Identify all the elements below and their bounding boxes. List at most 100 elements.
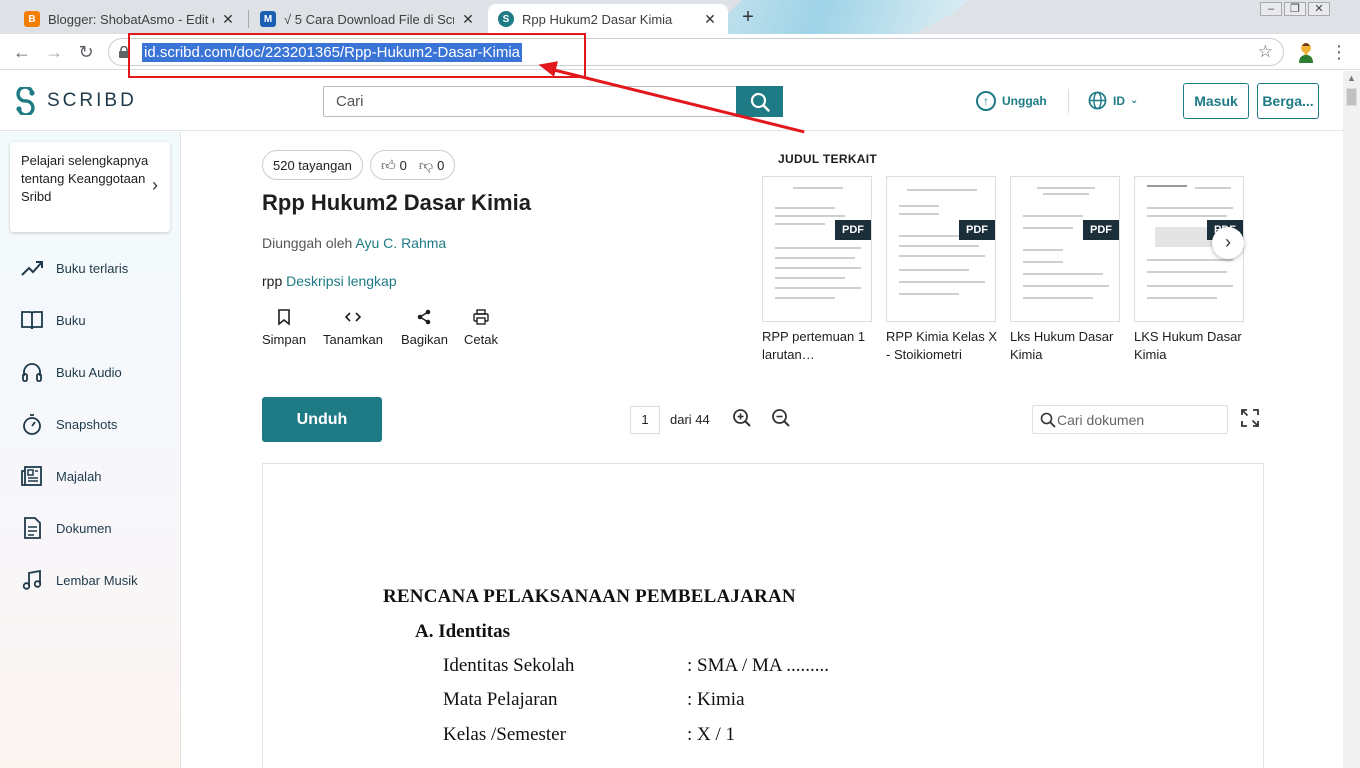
uploaded-by: Diunggah oleh Ayu C. Rahma xyxy=(262,235,446,251)
tab-title: √ 5 Cara Download File di Scribd xyxy=(284,11,454,27)
author-link[interactable]: Ayu C. Rahma xyxy=(355,235,446,251)
embed-label: Tanamkan xyxy=(323,332,383,347)
profile-avatar-icon[interactable] xyxy=(1296,41,1316,63)
download-button[interactable]: Unduh xyxy=(262,397,382,442)
pdf-badge: PDF xyxy=(1083,220,1119,240)
scribd-logo[interactable]: SCRIBD xyxy=(15,87,137,115)
scrollbar-thumb[interactable] xyxy=(1346,88,1357,106)
full-description-link[interactable]: Deskripsi lengkap xyxy=(286,273,397,289)
related-thumbnail[interactable]: PDF xyxy=(762,176,872,322)
site-search xyxy=(323,86,783,117)
likes-count: 0 xyxy=(399,157,407,173)
stopwatch-icon xyxy=(23,414,41,435)
thumbs-up-icon[interactable]: 👍︎ xyxy=(381,157,396,174)
window-controls: – ❐ ✕ xyxy=(1260,2,1330,16)
logo-text: SCRIBD xyxy=(47,90,137,111)
document-title: Rpp Hukum2 Dasar Kimia xyxy=(262,190,531,215)
rating-pill: 👍︎ 0 👎︎ 0 xyxy=(370,150,456,180)
save-label: Simpan xyxy=(262,332,307,347)
close-icon[interactable]: ✕ xyxy=(220,11,236,28)
tab-scribd-active[interactable]: S Rpp Hukum2 Dasar Kimia ✕ xyxy=(488,4,728,34)
page-number-input[interactable]: 1 xyxy=(630,406,660,434)
document-section: A. Identitas xyxy=(415,621,511,642)
new-tab-button[interactable]: + xyxy=(734,5,762,29)
window-close-icon[interactable]: ✕ xyxy=(1308,2,1330,16)
annotation-highlight-box xyxy=(128,33,586,78)
save-button[interactable]: Simpan xyxy=(262,308,306,347)
search-button[interactable] xyxy=(736,86,783,117)
restore-icon[interactable]: ❐ xyxy=(1284,2,1306,16)
book-icon xyxy=(21,311,43,330)
blogger-icon: B xyxy=(24,11,40,27)
bookmark-icon xyxy=(278,309,290,326)
pdf-badge: PDF xyxy=(959,220,995,240)
membership-promo-card[interactable]: Pelajari selengkapnya tentang Keanggotaa… xyxy=(10,142,170,232)
tab-title: Rpp Hukum2 Dasar Kimia xyxy=(522,11,673,27)
carousel-next-button[interactable]: › xyxy=(1212,227,1244,259)
headphones-icon xyxy=(22,363,42,382)
upload-button[interactable]: ↑ Unggah xyxy=(976,91,1047,111)
close-icon[interactable]: ✕ xyxy=(460,11,476,28)
login-button[interactable]: Masuk xyxy=(1183,83,1249,119)
sidebar-item-sheet-music[interactable]: Lembar Musik xyxy=(20,567,138,593)
bookmark-star-icon[interactable]: ☆ xyxy=(1258,42,1273,62)
back-arrow-icon[interactable]: ← xyxy=(10,40,34,64)
embed-button[interactable]: Tanamkan xyxy=(323,308,383,347)
sidebar-item-audiobooks[interactable]: Buku Audio xyxy=(20,359,122,385)
tab-blogger[interactable]: B Blogger: ShobatAsmo - Edit ent ✕ xyxy=(14,4,246,34)
scroll-up-icon[interactable]: ▲ xyxy=(1343,73,1360,85)
print-button[interactable]: Cetak xyxy=(464,308,498,347)
fullscreen-icon[interactable] xyxy=(1240,408,1260,428)
reload-icon[interactable]: ↻ xyxy=(74,40,98,64)
zoom-in-icon[interactable] xyxy=(732,408,752,428)
chevron-down-icon: ⌄ xyxy=(1130,95,1139,106)
language-label: ID xyxy=(1113,93,1125,108)
site-favicon-icon: M xyxy=(260,11,276,27)
share-button[interactable]: Bagikan xyxy=(401,308,448,347)
printer-icon xyxy=(473,309,489,325)
sidebar-item-bestsellers[interactable]: Buku terlaris xyxy=(20,255,128,281)
document-search xyxy=(1032,405,1228,434)
views-badge: 520 tayangan xyxy=(262,150,363,180)
page-scrollbar[interactable]: ▲ xyxy=(1343,71,1360,768)
category-text: rpp xyxy=(262,273,283,289)
tab-cara-download[interactable]: M √ 5 Cara Download File di Scribd ✕ xyxy=(250,4,486,34)
minimize-icon[interactable]: – xyxy=(1260,2,1282,16)
tab-separator xyxy=(248,10,249,28)
related-title[interactable]: Lks Hukum Dasar Kimia xyxy=(1010,328,1122,364)
document-icon xyxy=(24,517,41,539)
document-row-label: Mata Pelajaran xyxy=(443,689,558,710)
search-icon xyxy=(750,92,770,112)
sidebar-item-label: Buku xyxy=(56,312,86,328)
related-title[interactable]: RPP Kimia Kelas X - Stoikiometri xyxy=(886,328,998,364)
related-title[interactable]: RPP pertemuan 1 larutan… xyxy=(762,328,874,364)
join-button[interactable]: Berga... xyxy=(1257,83,1319,119)
description-line: rpp Deskripsi lengkap xyxy=(262,273,397,289)
related-title[interactable]: LKS Hukum Dasar Kimia xyxy=(1134,328,1246,364)
sidebar-item-snapshots[interactable]: Snapshots xyxy=(20,411,117,437)
browser-tab-bar: B Blogger: ShobatAsmo - Edit ent ✕ M √ 5… xyxy=(0,0,1360,34)
related-thumbnail[interactable]: PDF xyxy=(886,176,996,322)
pdf-badge: PDF xyxy=(835,220,871,240)
search-icon xyxy=(1040,412,1056,428)
browser-menu-icon[interactable]: ⋮ xyxy=(1330,42,1348,62)
sidebar-item-books[interactable]: Buku xyxy=(20,307,86,333)
related-thumbnail[interactable]: PDF xyxy=(1010,176,1120,322)
sidebar-item-documents[interactable]: Dokumen xyxy=(20,515,112,541)
close-icon[interactable]: ✕ xyxy=(702,11,718,28)
music-icon xyxy=(22,569,42,590)
tab-title: Blogger: ShobatAsmo - Edit ent xyxy=(48,11,214,27)
thumbs-down-icon[interactable]: 👎︎ xyxy=(419,157,433,174)
document-search-input[interactable] xyxy=(1057,406,1225,433)
document-heading: RENCANA PELAKSANAAN PEMBELAJARAN xyxy=(383,586,796,607)
document-row-value: : SMA / MA ......... xyxy=(687,655,830,676)
sidebar-item-label: Majalah xyxy=(56,468,102,484)
uploaded-by-label: Diunggah oleh xyxy=(262,235,353,251)
promo-text: Pelajari selengkapnya tentang Keanggotaa… xyxy=(21,153,149,204)
zoom-out-icon[interactable] xyxy=(771,408,791,428)
forward-arrow-icon[interactable]: → xyxy=(42,40,66,64)
document-row-value: : Kimia xyxy=(687,689,745,710)
language-selector[interactable]: ID ⌄ xyxy=(1088,91,1138,110)
chevron-right-icon: › xyxy=(152,175,158,195)
sidebar-item-magazines[interactable]: Majalah xyxy=(20,463,102,489)
